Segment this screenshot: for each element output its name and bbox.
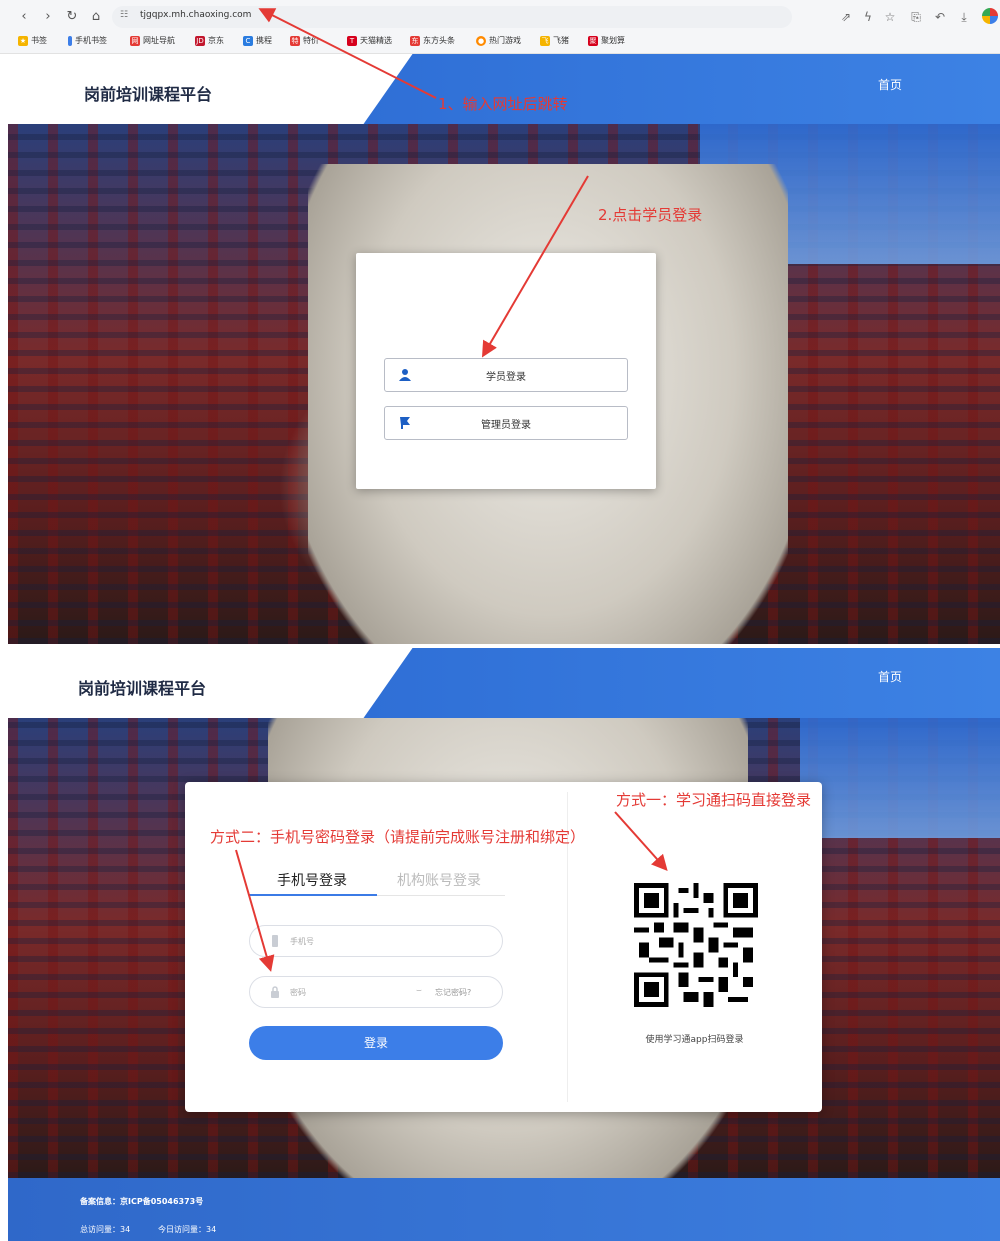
bookmark-item[interactable]: 聚聚划算 (588, 35, 625, 46)
admin-login-label: 管理员登录 (481, 420, 531, 431)
tab-phone-login[interactable]: 手机号登录 (277, 870, 347, 890)
site-title: 岗前培训课程平台 (84, 85, 213, 104)
annotation-method1: 方式一：学习通扫码直接登录 (616, 791, 812, 809)
phone-input[interactable]: 手机号 (249, 925, 503, 957)
eye-icon[interactable]: ⌣ (416, 986, 422, 996)
bookmark-item[interactable]: ● 热门游戏 (476, 35, 521, 46)
bookmark-item[interactable]: JD 京东 (195, 35, 224, 46)
forgot-password-link[interactable]: 忘记密码? (435, 987, 471, 998)
qr-caption: 使用学习通app扫码登录 (645, 1035, 744, 1045)
student-login-label: 学员登录 (486, 372, 526, 383)
bookmark-item[interactable]: 网网址导航 (130, 35, 175, 46)
active-tab-indicator (249, 894, 377, 896)
site-info-icon[interactable]: ☷ (120, 10, 128, 20)
forward-icon[interactable]: › (40, 9, 56, 25)
back-icon[interactable]: ‹ (16, 9, 32, 25)
bookmark-item[interactable]: ★ 书签 (18, 35, 47, 46)
site-header-2: 岗前培训课程平台 首页 (8, 648, 1000, 718)
total-visits: 总访问量：34 (80, 1225, 131, 1234)
today-visits: 今日访问量：34 (158, 1225, 217, 1234)
site-footer: 备案信息：京ICP备05046373号 总访问量：34 今日访问量：34 (8, 1178, 1000, 1241)
download-icon[interactable]: ⤓ (956, 9, 972, 25)
icp-info: 备案信息：京ICP备05046373号 (80, 1197, 204, 1206)
student-login-button[interactable]: 学员登录 (384, 358, 628, 392)
home-icon[interactable]: ⌂ (88, 9, 104, 25)
annotation-step1: 1、输入网址后跳转 (438, 95, 568, 113)
lightning-icon[interactable]: ϟ (860, 9, 876, 25)
site-title: 岗前培训课程平台 (78, 679, 207, 698)
password-placeholder: 密码 (290, 988, 306, 997)
bookmark-item[interactable]: 飞飞猪 (540, 35, 569, 46)
bookmarks-bar: ★ 书签 手机书签 网网址导航 JD 京东 C 携程 特特价 T 天猫精选 东东方头条 … (0, 30, 1000, 52)
bookmark-item[interactable]: 特特价 (290, 35, 319, 46)
password-input[interactable]: 密码 ⌣ 忘记密码? (249, 976, 503, 1008)
admin-login-button[interactable]: 管理员登录 (384, 406, 628, 440)
login-choice-card: 学员登录 管理员登录 (356, 253, 656, 489)
bookmark-item[interactable]: C 携程 (243, 35, 272, 46)
bookmark-item[interactable]: T 天猫精选 (347, 35, 392, 46)
star-icon[interactable]: ☆ (882, 9, 898, 25)
tab-org-login[interactable]: 机构账号登录 (397, 870, 481, 890)
bookmark-item[interactable]: 手机书签 (68, 35, 107, 46)
undo-icon[interactable]: ↶ (932, 9, 948, 25)
profile-avatar[interactable] (982, 8, 998, 24)
reload-icon[interactable]: ↻ (64, 9, 80, 25)
login-button[interactable]: 登录 (249, 1026, 503, 1060)
lock-icon (271, 986, 279, 998)
nav-home-link[interactable]: 首页 (878, 668, 902, 685)
share-icon[interactable]: ⇗ (838, 9, 854, 25)
bookmark-item[interactable]: 东东方头条 (410, 35, 455, 46)
collections-icon[interactable]: ⎘ (908, 9, 924, 25)
annotation-step2: 2.点击学员登录 (598, 206, 703, 224)
address-bar-url[interactable]: tjgqpx.mh.chaoxing.com (140, 10, 251, 20)
annotation-method2: 方式二：手机号密码登录（请提前完成账号注册和绑定） (210, 828, 586, 846)
phone-icon (272, 935, 278, 947)
phone-placeholder: 手机号 (290, 937, 314, 946)
nav-home-link[interactable]: 首页 (878, 76, 902, 93)
browser-toolbar: ‹ › ↻ ⌂ ☷ tjgqpx.mh.chaoxing.com ⇗ ϟ ☆ ⎘… (0, 0, 1000, 54)
qr-code[interactable] (634, 883, 758, 1007)
